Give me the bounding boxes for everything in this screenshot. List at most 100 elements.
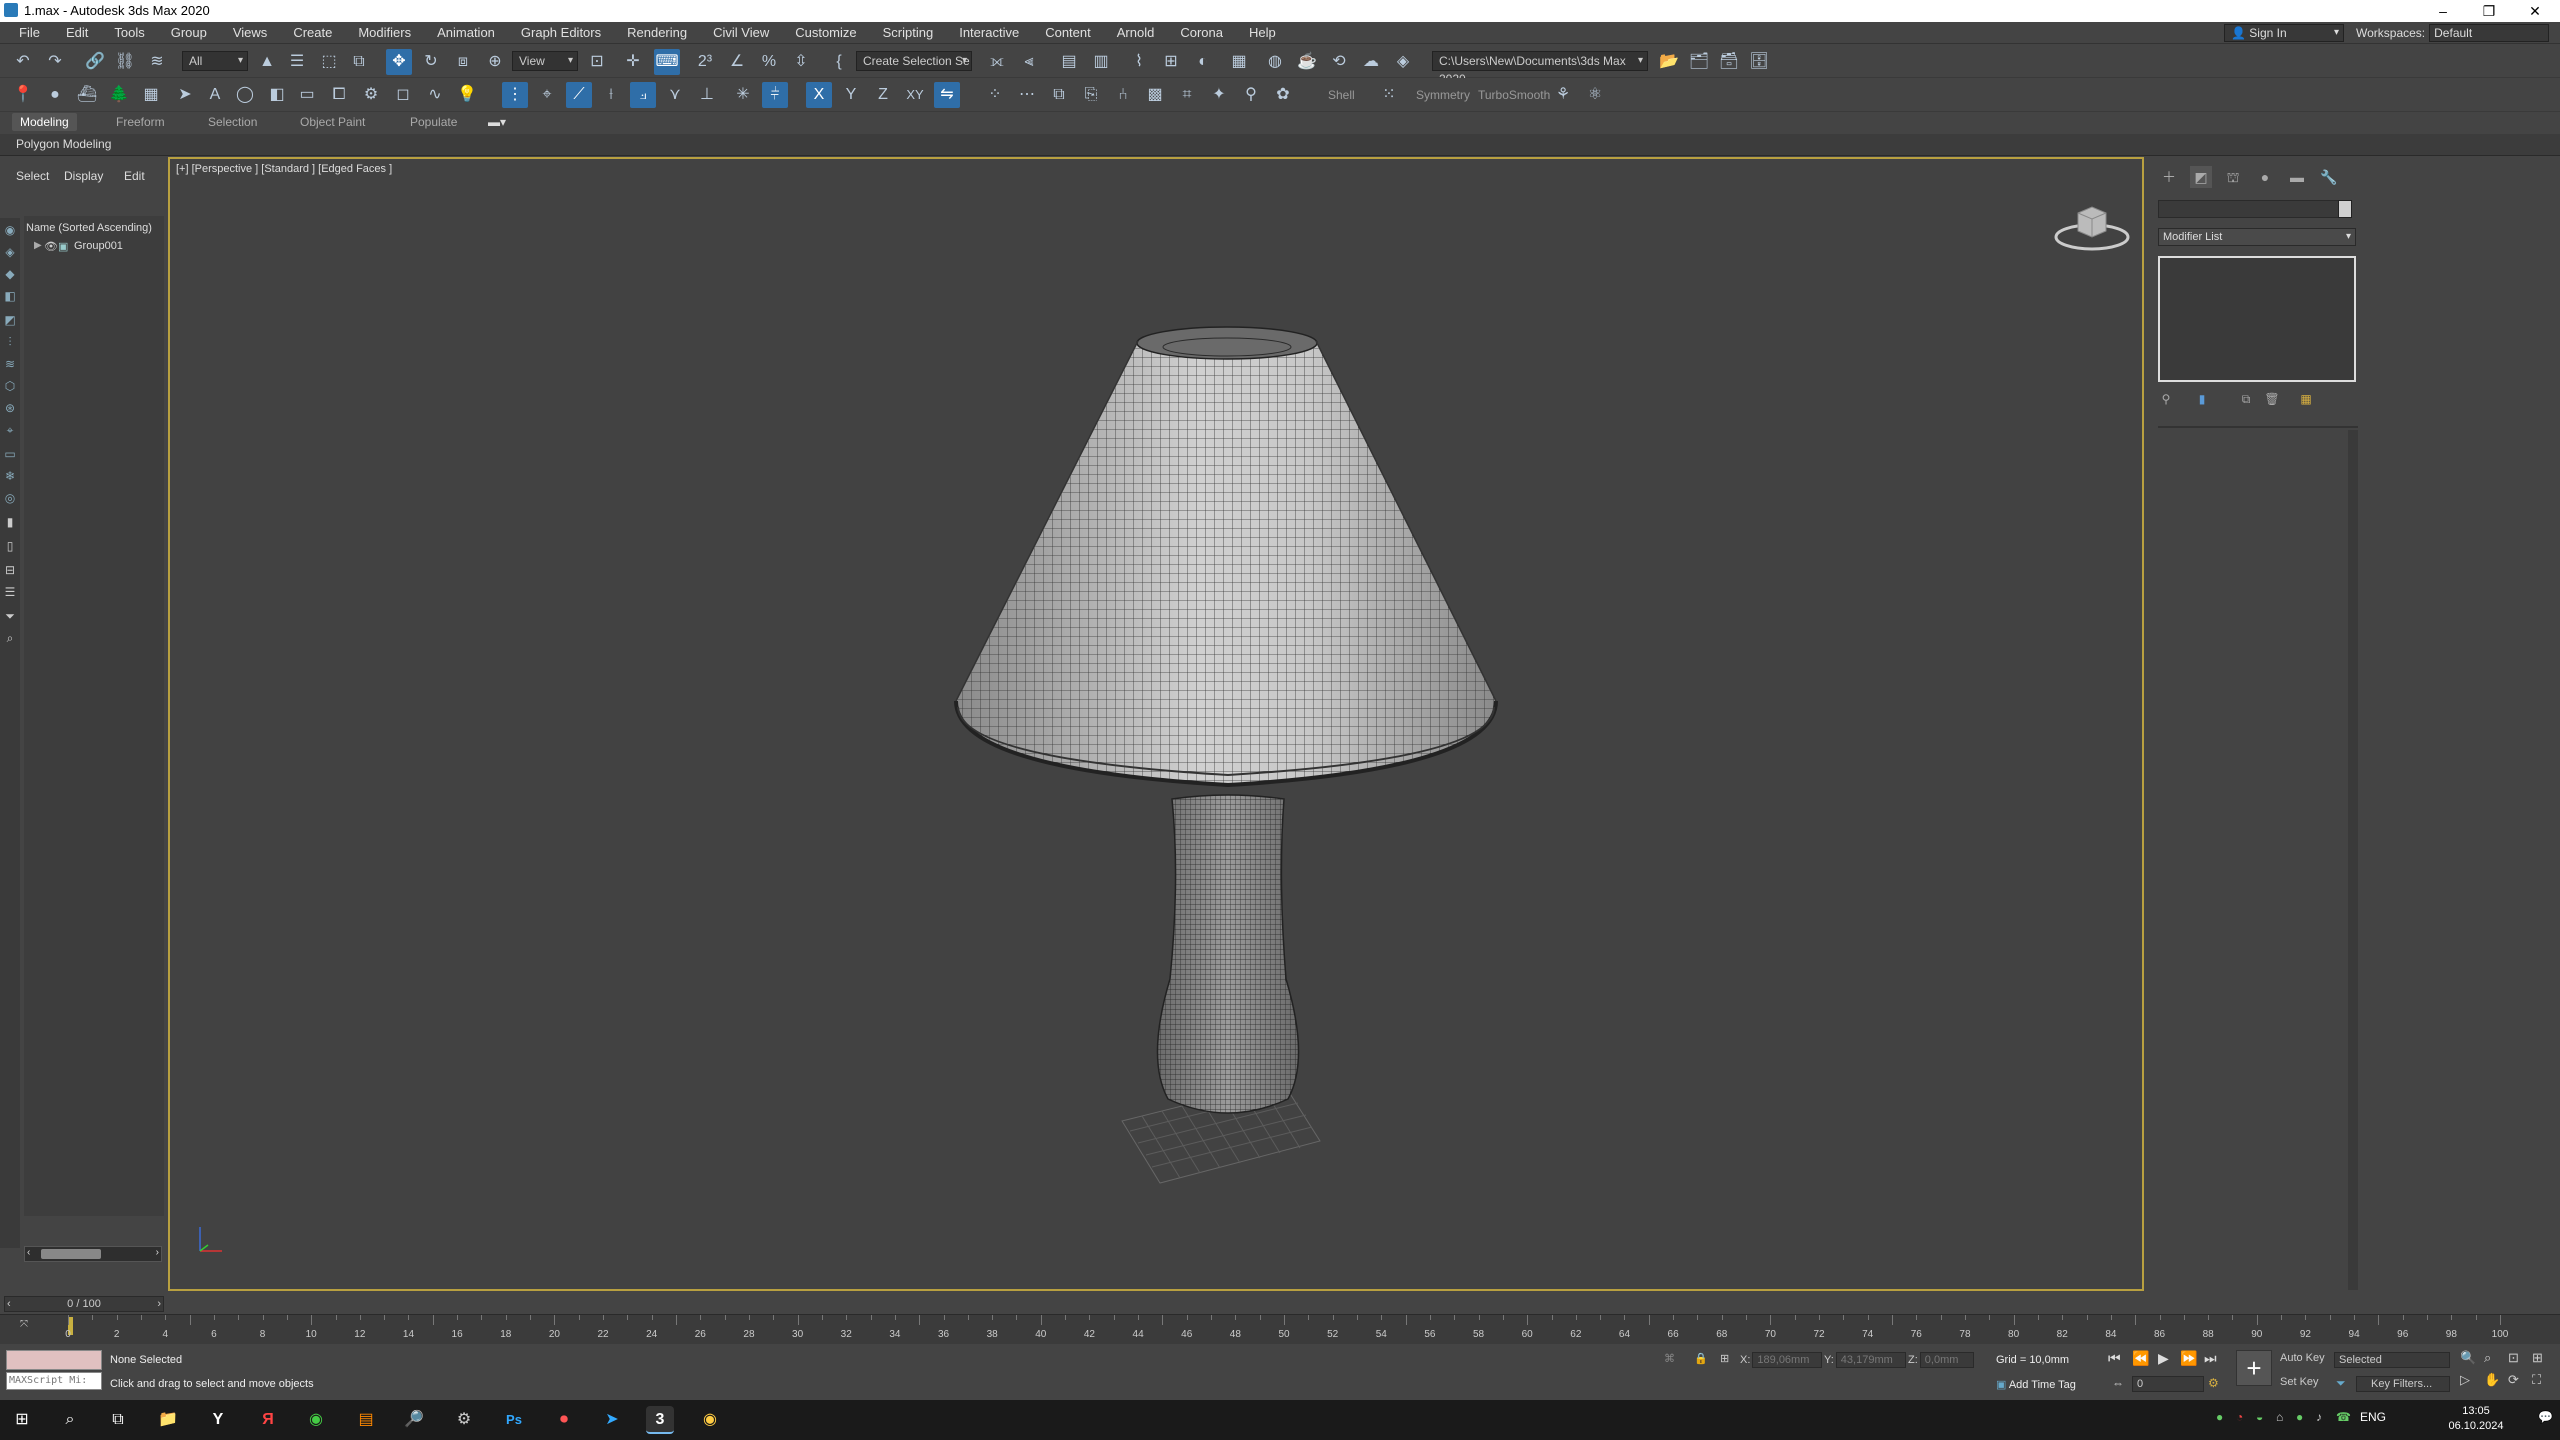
display-bones-icon[interactable]: ⌖ — [2, 422, 18, 438]
named-selection-set-dropdown[interactable]: Create Selection Se — [856, 51, 972, 71]
display-frozen-icon[interactable]: ❄ — [2, 468, 18, 484]
edit-named-selection-icon[interactable]: { — [826, 49, 852, 75]
pan-icon[interactable]: ✋ — [2484, 1372, 2500, 1388]
display-containers-icon[interactable]: ▭ — [2, 446, 18, 462]
menu-civil-view[interactable]: Civil View — [700, 25, 782, 40]
clock[interactable]: 13:05 06.10.2024 — [2446, 1404, 2506, 1434]
scrollbar-thumb[interactable] — [41, 1249, 101, 1259]
restore-button[interactable]: ❐ — [2466, 0, 2512, 22]
go-to-start-icon[interactable]: ⏮ — [2108, 1350, 2121, 1367]
coord-z-field[interactable]: 0,0mm — [1919, 1352, 1974, 1368]
checker-icon[interactable]: ▩ — [1142, 82, 1168, 108]
display-groups-icon[interactable]: ⬡ — [2, 378, 18, 394]
tray-app-icon[interactable]: ● — [2216, 1410, 2223, 1424]
zoom-extents-all-icon[interactable]: ⊞ — [2532, 1350, 2543, 1366]
display-hidden-icon[interactable]: ◎ — [2, 490, 18, 506]
array-icon[interactable]: ⁘ — [982, 82, 1008, 108]
unlink-icon[interactable]: ⛓ — [112, 49, 138, 75]
se-tab-select[interactable]: Select — [16, 169, 49, 183]
yandex-icon[interactable]: Я — [254, 1406, 282, 1434]
field-of-view-icon[interactable]: ▷ — [2460, 1372, 2470, 1388]
constraint-x-button[interactable]: X — [806, 82, 832, 108]
auto-key-button[interactable]: Auto Key — [2280, 1352, 2332, 1368]
angle-snap-icon[interactable]: ∠ — [724, 49, 750, 75]
display-xrefs-icon[interactable]: ⊛ — [2, 400, 18, 416]
align-icon[interactable]: ⫷ — [1016, 49, 1042, 75]
viewcube[interactable] — [2052, 195, 2132, 255]
object-color-swatch[interactable] — [2338, 200, 2352, 218]
menu-file[interactable]: File — [6, 25, 53, 40]
sign-in-dropdown[interactable]: 👤 Sign In ▾ — [2224, 24, 2344, 42]
modifier-stack[interactable] — [2158, 256, 2356, 382]
percent-snap-icon[interactable]: % — [756, 49, 782, 75]
constraint-y-button[interactable]: Y — [838, 82, 864, 108]
windows-start-icon[interactable]: ⊞ — [8, 1406, 36, 1434]
orbit-icon[interactable]: ⟳ — [2508, 1372, 2519, 1388]
tray-app4-icon[interactable]: ● — [2296, 1410, 2303, 1424]
tray-volume-icon[interactable]: ♪ — [2316, 1410, 2322, 1424]
horizontal-scrollbar[interactable]: ‹ › — [24, 1246, 162, 1262]
tree-icon[interactable]: 🌲 — [106, 82, 132, 108]
symmetry-icon[interactable]: ⁙ — [1376, 82, 1402, 108]
rectangle-selection-icon[interactable]: ⬚ — [316, 49, 342, 75]
display-tab-icon[interactable]: ▬ — [2286, 166, 2308, 188]
scene-item[interactable]: ▶ 👁 ▣ Group001 — [34, 240, 162, 256]
display-shapes-icon[interactable]: ◆ — [2, 266, 18, 282]
scroll-right-icon[interactable]: › — [156, 1247, 159, 1258]
grid-icon[interactable]: ▦ — [138, 82, 164, 108]
path-deform-icon[interactable]: ⚲ — [1238, 82, 1264, 108]
next-frame-icon[interactable]: ⏩ — [2180, 1350, 2197, 1367]
tray-language[interactable]: ENG — [2360, 1410, 2386, 1424]
select-object-icon[interactable]: ▲ — [254, 49, 280, 75]
set-keys-button[interactable]: + — [2236, 1350, 2272, 1386]
find-icon[interactable]: ⌕ — [2, 630, 18, 646]
display-none-icon[interactable]: ◉ — [2, 222, 18, 238]
display-helpers-icon[interactable]: ⫶ — [2, 334, 18, 350]
menu-content[interactable]: Content — [1032, 25, 1104, 40]
close-button[interactable]: ✕ — [2512, 0, 2558, 22]
go-to-end-icon[interactable]: ⏭ — [2204, 1350, 2217, 1367]
grid-snap-icon[interactable]: ⋮ — [502, 82, 528, 108]
pivot-center-icon[interactable]: ⊡ — [584, 49, 610, 75]
torus-icon[interactable]: ◯ — [232, 82, 258, 108]
tray-app3-icon[interactable]: ◒ — [2256, 1410, 2263, 1424]
selection-lock-icon[interactable]: 🔒 — [1694, 1352, 1708, 1365]
material-editor-icon[interactable]: ◐ — [1190, 49, 1216, 75]
telegram-icon[interactable]: ➤ — [598, 1406, 626, 1434]
time-configuration-icon[interactable]: ⚙ — [2208, 1376, 2219, 1390]
coord-y-field[interactable]: 43,179mm — [1835, 1352, 1906, 1368]
ribbon-tab-populate[interactable]: Populate — [410, 115, 457, 129]
se-tab-display[interactable]: Display — [64, 169, 103, 183]
menu-create[interactable]: Create — [280, 25, 345, 40]
invert-display-icon[interactable]: ⊟ — [2, 562, 18, 578]
selection-filter-dropdown[interactable]: All — [182, 51, 248, 71]
add-time-tag[interactable]: ▣ Add Time Tag — [1996, 1378, 2076, 1391]
coord-x-field[interactable]: 189,06mm — [1752, 1352, 1823, 1368]
sphere-icon[interactable]: ● — [42, 82, 68, 108]
lamp-shade[interactable] — [950, 319, 1510, 799]
box-icon[interactable]: ◧ — [264, 82, 290, 108]
ribbon-tab-selection[interactable]: Selection — [208, 115, 257, 129]
recorder-icon[interactable]: ⏺ — [550, 1406, 578, 1434]
key-filter-icon[interactable]: ⏷ — [2336, 1376, 2346, 1391]
lamp-model[interactable] — [170, 159, 2142, 1289]
curve-editor-icon[interactable]: ⌇ — [1126, 49, 1152, 75]
cursor-icon[interactable]: ➤ — [172, 82, 198, 108]
redo-icon[interactable]: ↷ — [42, 49, 68, 75]
display-spacewarps-icon[interactable]: ≋ — [2, 356, 18, 372]
toggle-layer-explorer-icon[interactable]: ▥ — [1088, 49, 1114, 75]
minimize-button[interactable]: – — [2420, 0, 2466, 22]
menu-group[interactable]: Group — [158, 25, 220, 40]
maximize-viewport-icon[interactable]: ⛶ — [2532, 1372, 2541, 1388]
constraint-z-button[interactable]: Z — [870, 82, 896, 108]
lamp-base[interactable] — [1130, 779, 1330, 1139]
menu-arnold[interactable]: Arnold — [1104, 25, 1168, 40]
current-frame-field[interactable]: 0 — [2132, 1376, 2204, 1392]
keyboard-shortcut-override-icon[interactable]: ⌨ — [654, 49, 680, 75]
time-config-key-icon[interactable]: ⇔ — [2112, 1376, 2124, 1390]
show-end-result-icon[interactable]: ▮ — [2194, 392, 2210, 408]
play-icon[interactable]: ▶ — [2158, 1350, 2169, 1367]
perp-snap-icon[interactable]: ⊥ — [694, 82, 720, 108]
project-settings-icon[interactable]: 🗄 — [1746, 49, 1772, 75]
file-explorer-icon[interactable]: 📁 — [154, 1406, 182, 1434]
